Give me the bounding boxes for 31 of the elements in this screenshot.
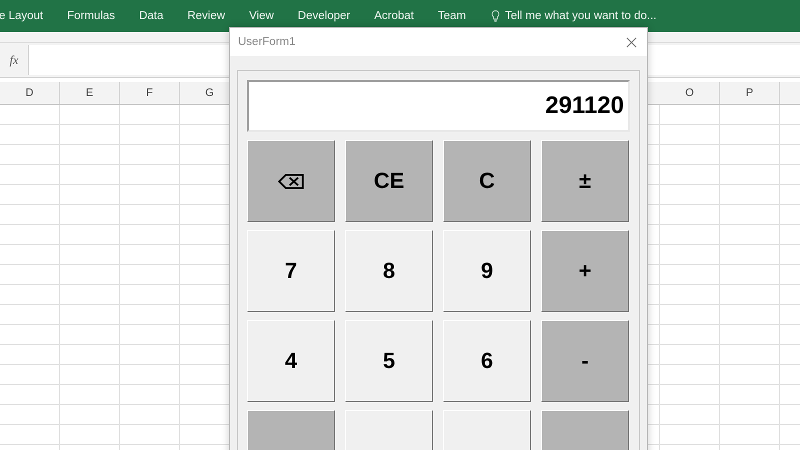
ribbon-tab[interactable]: View xyxy=(249,10,274,22)
ribbon-tab[interactable]: Review xyxy=(187,10,226,22)
calculator-key[interactable]: C xyxy=(443,140,531,222)
window-title: UserForm1 xyxy=(238,36,296,48)
column-header[interactable]: O xyxy=(660,82,720,104)
lightbulb-icon xyxy=(490,9,500,23)
ribbon-tab[interactable]: Formulas xyxy=(67,10,116,22)
calculator-key[interactable]: ± xyxy=(541,140,629,222)
column-header[interactable]: P xyxy=(720,82,780,104)
calculator-display: 291120 xyxy=(247,80,630,132)
calculator-key[interactable]: - xyxy=(541,320,629,402)
calculator-key[interactable]: + xyxy=(541,230,629,312)
ribbon-tab[interactable]: Acrobat xyxy=(374,10,414,22)
backspace-icon xyxy=(278,172,304,190)
ribbon-tab[interactable]: Data xyxy=(139,10,164,22)
calculator-key[interactable]: 5 xyxy=(345,320,433,402)
function-label[interactable]: fx xyxy=(0,52,28,68)
ribbon-tab[interactable]: Team xyxy=(438,10,466,22)
calculator-key[interactable]: 9 xyxy=(443,230,531,312)
column-header[interactable]: E xyxy=(60,82,120,104)
backspace-button[interactable] xyxy=(247,140,335,222)
calculator-key[interactable]: 8 xyxy=(345,230,433,312)
column-header[interactable]: F xyxy=(120,82,180,104)
calculator-key[interactable]: 6 xyxy=(443,320,531,402)
calculator-key[interactable]: 4 xyxy=(247,320,335,402)
calculator-key[interactable]: CE xyxy=(345,140,433,222)
column-header[interactable]: D xyxy=(0,82,60,104)
ribbon-tab[interactable]: Developer xyxy=(298,10,350,22)
calculator-key[interactable]: 7 xyxy=(247,230,335,312)
tell-me-search[interactable]: Tell me what you want to do... xyxy=(504,10,656,22)
close-icon[interactable] xyxy=(626,36,637,48)
